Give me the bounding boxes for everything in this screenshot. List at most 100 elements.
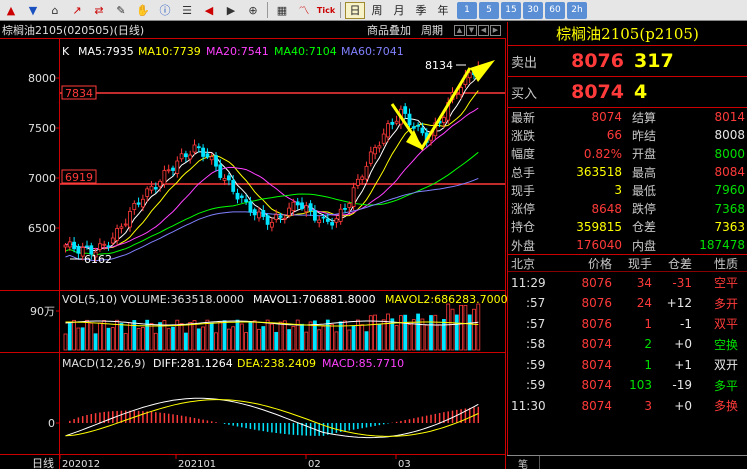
- ma60-label: MA60:7041: [341, 45, 404, 58]
- down-icon[interactable]: ▼: [24, 2, 42, 19]
- volume-bar: [347, 329, 352, 351]
- stat-value: 176040: [576, 238, 622, 253]
- hand-icon[interactable]: ✋: [134, 2, 152, 19]
- bid-row[interactable]: 买入 8074 4: [508, 77, 747, 108]
- tick-row[interactable]: 11:29 8076 34 -31 空平: [508, 272, 747, 293]
- minute-1[interactable]: 1: [457, 1, 477, 19]
- candle-body: [102, 243, 107, 246]
- period-button[interactable]: 周期: [421, 22, 443, 38]
- tick-price: 8076: [581, 316, 612, 331]
- zoom-icon[interactable]: ⊕: [244, 2, 262, 19]
- minute-2h[interactable]: 2h: [567, 1, 587, 19]
- tick-row[interactable]: :59 8074 103 -19 多平: [508, 375, 747, 396]
- period-2[interactable]: 月: [389, 2, 409, 19]
- candle-body: [343, 208, 347, 210]
- volume-bar: [140, 326, 145, 351]
- minute-buttons: 1 5 15 30 60 2h: [456, 1, 588, 19]
- line-icon[interactable]: 〽: [295, 2, 313, 19]
- minute-60[interactable]: 60: [545, 1, 565, 19]
- tab-trades[interactable]: 笔: [507, 456, 540, 469]
- volume-bar: [149, 323, 154, 351]
- candle-body: [162, 170, 167, 185]
- minute-5[interactable]: 5: [479, 1, 499, 19]
- chart-left-icon[interactable]: ◀: [478, 24, 489, 36]
- stat-value: 3: [614, 183, 622, 198]
- candle-body: [308, 203, 313, 212]
- candle-body: [72, 241, 76, 250]
- trend-arrow-head-down: [406, 130, 423, 150]
- volume-bar: [252, 320, 257, 351]
- tick-time: :57: [526, 316, 546, 331]
- volume-bar: [136, 328, 141, 351]
- x-tick-label: 03: [398, 459, 411, 469]
- candle-body: [158, 180, 163, 187]
- period-0[interactable]: 日: [345, 1, 365, 19]
- home-icon[interactable]: ⌂: [46, 2, 64, 19]
- overlay-button[interactable]: 商品叠加: [367, 22, 411, 38]
- candle-body: [407, 113, 412, 126]
- chart-down-icon[interactable]: ▼: [466, 24, 477, 36]
- forward-icon[interactable]: ▶: [222, 2, 240, 19]
- ask-row[interactable]: 卖出 8076 317: [508, 46, 747, 77]
- up-icon[interactable]: ▲: [2, 2, 20, 19]
- period-3[interactable]: 季: [411, 2, 431, 19]
- stat-label: 最新: [511, 110, 536, 125]
- tick-price: 8076: [581, 275, 612, 290]
- trend-icon[interactable]: ↗: [68, 2, 86, 19]
- tick-oi-change: +1: [674, 357, 692, 372]
- tick-volume: 2: [644, 337, 652, 352]
- period-4[interactable]: 年: [433, 2, 453, 19]
- back-icon[interactable]: ◀: [200, 2, 218, 19]
- tick-volume: 1: [644, 316, 652, 331]
- volume-bar: [80, 327, 85, 351]
- candle-body: [274, 214, 279, 220]
- volume-bar: [416, 313, 421, 351]
- minute-30[interactable]: 30: [523, 1, 543, 19]
- toolbar-divider: [267, 2, 268, 18]
- volume-bar: [72, 319, 76, 351]
- tick-row[interactable]: :59 8074 1 +1 双开: [508, 354, 747, 375]
- candle-body: [441, 117, 446, 123]
- tick-row[interactable]: :57 8076 1 -1 双平: [508, 313, 747, 334]
- volume-bar: [261, 326, 266, 351]
- volume-bar: [398, 315, 403, 351]
- candle-body: [244, 199, 249, 202]
- tick-nature: 多平: [713, 378, 738, 393]
- volume-bar: [183, 332, 188, 351]
- compare-icon[interactable]: ⇄: [90, 2, 108, 19]
- candle-body: [360, 176, 365, 180]
- minute-15[interactable]: 15: [501, 1, 521, 19]
- stat-value: 363518: [576, 165, 622, 180]
- stat-row: 涨跌 66 昨结 8008: [508, 126, 747, 144]
- chart-up-icon[interactable]: ▲: [454, 24, 465, 36]
- stat-row: 现手 3 最低 7960: [508, 181, 747, 199]
- tick-icon[interactable]: Tick: [317, 2, 335, 19]
- info-icon[interactable]: ⓘ: [156, 2, 174, 19]
- volume-bar: [128, 322, 132, 351]
- table-icon[interactable]: ▦: [273, 2, 291, 19]
- candle-body: [85, 245, 89, 248]
- volume-bar: [334, 331, 339, 351]
- list-icon[interactable]: ☰: [178, 2, 196, 19]
- tick-row[interactable]: :57 8076 24 +12 多开: [508, 293, 747, 314]
- tick-price: 8074: [581, 378, 612, 393]
- tick-row[interactable]: :58 8074 2 +0 空换: [508, 334, 747, 355]
- candle-body: [330, 222, 335, 226]
- candle-body: [403, 106, 408, 114]
- candle-body: [252, 209, 257, 216]
- kline-chart[interactable]: K MA5:7935 MA10:7739 MA20:7541 MA40:7104…: [0, 38, 507, 469]
- candle-body: [390, 121, 395, 125]
- stat-label: 结算: [632, 110, 657, 125]
- tick-row[interactable]: 11:30 8074 3 +0 多换: [508, 395, 747, 416]
- candle-body: [304, 205, 309, 213]
- draw-icon[interactable]: ✎: [112, 2, 130, 19]
- period-1[interactable]: 周: [367, 2, 387, 19]
- candle-body: [171, 167, 175, 171]
- candle-body: [257, 211, 261, 219]
- candle-body: [338, 208, 343, 222]
- chart-nav: ▲ ▼ ◀ ▶: [453, 24, 501, 36]
- chart-right-icon[interactable]: ▶: [490, 24, 501, 36]
- candle-body: [355, 178, 360, 186]
- candle-body: [394, 120, 399, 124]
- ma40-label: MA40:7104: [274, 45, 337, 58]
